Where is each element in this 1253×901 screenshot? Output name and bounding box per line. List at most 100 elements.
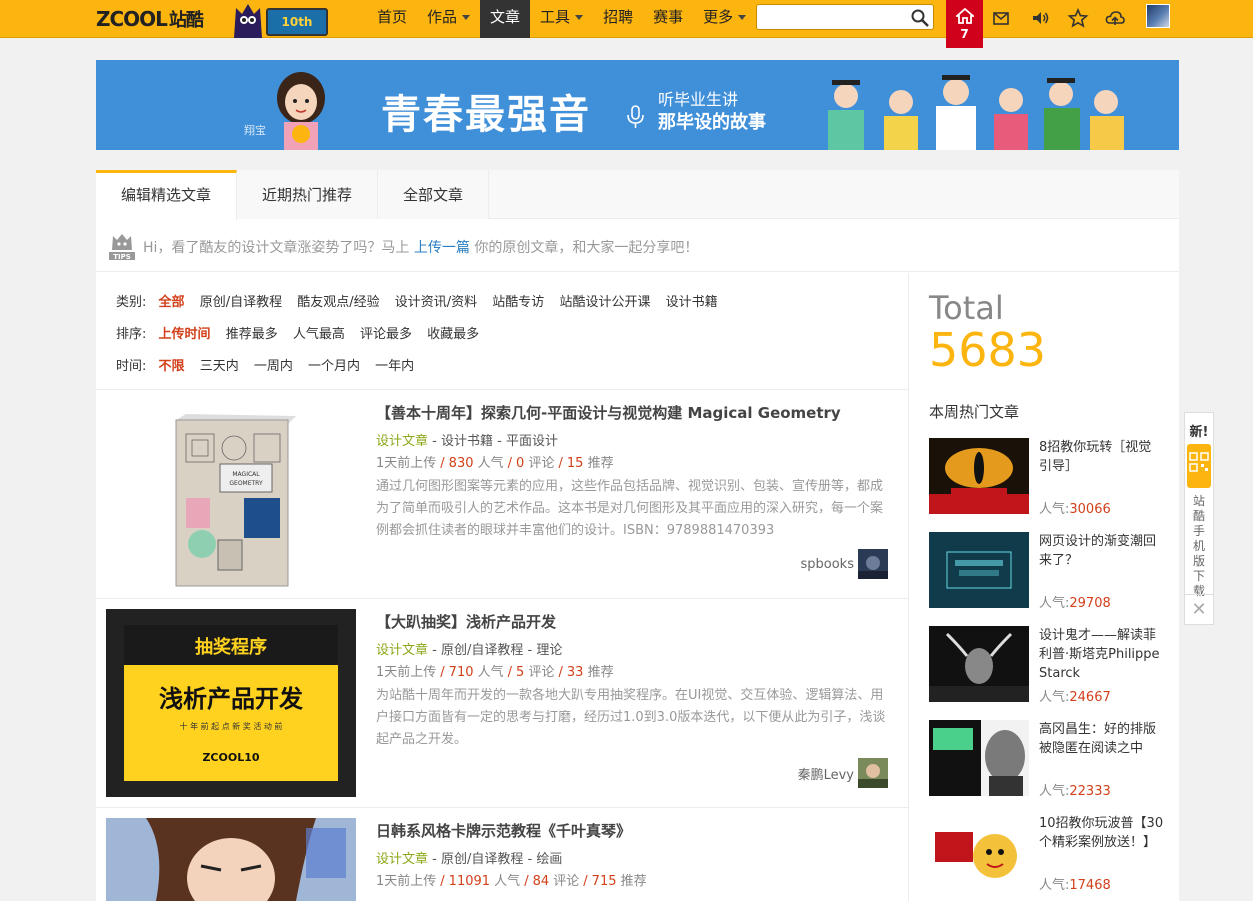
hot-article-item[interactable]: 8招教你玩转［视觉引导］ 人气:30066 — [929, 438, 1169, 517]
upload-cloud-icon[interactable] — [1104, 7, 1126, 29]
category-link[interactable]: 设计书籍 — [441, 434, 493, 449]
stat-label: 人气 — [494, 874, 521, 889]
article-title[interactable]: 【善本十周年】探索几何-平面设计与视觉构建 Magical Geometry — [376, 402, 841, 423]
tab-all-articles[interactable]: 全部文章 — [378, 170, 490, 219]
top-bar: ZCOOL 站酷 10th 首页 作品 文章 工具 招聘 赛事 更多 7 — [0, 0, 1253, 48]
hot-article-item[interactable]: 高冈昌生：好的排版被隐匿在阅读之中 人气:22333 — [929, 720, 1169, 799]
filter-option[interactable]: 推荐最多 — [226, 323, 278, 342]
nav-item-articles[interactable]: 文章 — [480, 0, 531, 38]
close-icon[interactable]: ✕ — [1185, 594, 1213, 624]
hot-article-title[interactable]: 设计鬼才——解读菲利普·斯塔克Philippe Starck — [1039, 626, 1164, 683]
tips-after: 你的原创文章，和大家一起分享吧！ — [474, 240, 699, 256]
pop-value: 17468 — [1069, 878, 1111, 893]
hot-article-thumbnail[interactable] — [929, 720, 1029, 796]
hot-article-thumbnail[interactable] — [929, 814, 1029, 890]
article-thumbnail[interactable] — [106, 818, 356, 901]
cartoon-girl-illustration — [277, 72, 325, 150]
comment-count: 84 — [532, 874, 550, 889]
category-link[interactable]: 理论 — [536, 643, 562, 658]
pop-label: 人气: — [1039, 690, 1070, 705]
hot-article-item[interactable]: 设计鬼才——解读菲利普·斯塔克Philippe Starck 人气:24667 — [929, 626, 1169, 705]
hot-article-thumbnail[interactable] — [929, 438, 1029, 514]
qr-code-icon[interactable] — [1187, 444, 1211, 488]
promo-banner[interactable]: 翔宝 青春最强音 听毕业生讲 那毕设的故事 — [96, 60, 1179, 150]
hot-article-title[interactable]: 网页设计的渐变潮回来了？ — [1039, 532, 1164, 570]
tab-editor-picks[interactable]: 编辑精选文章 — [96, 170, 238, 220]
filter-option[interactable]: 一个月内 — [308, 355, 360, 374]
star-icon[interactable] — [1067, 7, 1089, 29]
category-link[interactable]: 平面设计 — [506, 434, 558, 449]
hot-article-thumbnail[interactable] — [929, 626, 1029, 702]
filter-option[interactable]: 不限 — [159, 355, 185, 374]
category-link[interactable]: 设计文章 — [376, 434, 428, 449]
hot-article-popularity: 人气:29708 — [1039, 592, 1111, 611]
category-link[interactable]: 原创/自译教程 — [441, 852, 523, 867]
mobile-app-download-widget[interactable]: 新! 站酷手机版下载 ✕ — [1184, 412, 1214, 625]
filter-label: 类别: — [116, 295, 147, 310]
category-link[interactable]: 设计文章 — [376, 852, 428, 867]
recommend-count: 15 — [566, 456, 584, 471]
article-title[interactable]: 【大趴抽奖】浅析产品开发 — [376, 611, 556, 632]
nav-item-tools[interactable]: 工具 — [530, 0, 593, 38]
filter-option[interactable]: 设计书籍 — [666, 291, 718, 310]
article-title[interactable]: 日韩系风格卡牌示范教程《千叶真琴》 — [376, 820, 631, 841]
main-nav: 首页 作品 文章 工具 招聘 赛事 更多 — [367, 0, 756, 38]
author-name[interactable]: spbooks — [801, 557, 855, 572]
thumb-line-2: 浅析产品开发 — [159, 685, 303, 713]
article-author[interactable]: 秦鹏Levy — [798, 758, 888, 788]
nav-item-works[interactable]: 作品 — [417, 0, 480, 38]
chevron-down-icon — [575, 15, 584, 20]
hot-article-title[interactable]: 8招教你玩转［视觉引导］ — [1039, 438, 1164, 476]
tips-bar: TIPS Hi，看了酷友的设计文章涨姿势了吗？马上 上传一篇 你的原创文章，和大… — [96, 220, 1179, 272]
tenth-anniversary-badge[interactable]: 10th — [266, 8, 328, 36]
filter-option[interactable]: 设计资讯/资料 — [395, 291, 477, 310]
speaker-icon[interactable] — [1029, 7, 1051, 29]
search-icon[interactable] — [910, 8, 930, 28]
home-notification-button[interactable]: 7 — [946, 0, 983, 48]
stat-label: 推荐 — [587, 456, 614, 471]
filter-label: 排序: — [116, 327, 147, 342]
filter-option[interactable]: 三天内 — [200, 355, 239, 374]
upload-time: 1天前上传 — [376, 665, 437, 680]
filter-option[interactable]: 评论最多 — [360, 323, 412, 342]
category-link[interactable]: 绘画 — [536, 852, 562, 867]
filter-option[interactable]: 上传时间 — [159, 323, 211, 342]
hot-article-popularity: 人气:22333 — [1039, 780, 1111, 799]
author-avatar[interactable] — [858, 549, 888, 579]
hot-article-item[interactable]: 网页设计的渐变潮回来了？ 人气:29708 — [929, 532, 1169, 611]
hot-article-thumbnail[interactable] — [929, 532, 1029, 608]
filter-option[interactable]: 全部 — [159, 291, 185, 310]
filter-option[interactable]: 一年内 — [375, 355, 414, 374]
mail-icon[interactable] — [990, 7, 1012, 29]
pop-value: 24667 — [1069, 690, 1111, 705]
hot-article-item[interactable]: 10招教你玩波普【30个精彩案例放送！】 人气:17468 — [929, 814, 1169, 893]
thumb-line-1: 抽奖程序 — [195, 636, 267, 658]
category-link[interactable]: 设计文章 — [376, 643, 428, 658]
author-name[interactable]: 秦鹏Levy — [798, 764, 854, 783]
article-thumbnail[interactable]: 抽奖程序 浅析产品开发 十 年 前 起 点 新 奖 活 动 前 ZCOOL10 — [106, 609, 356, 797]
article-author[interactable]: spbooks — [801, 549, 888, 579]
nav-item-contests[interactable]: 赛事 — [643, 0, 693, 38]
filter-option[interactable]: 一周内 — [254, 355, 293, 374]
nav-item-home[interactable]: 首页 — [367, 0, 417, 38]
hot-article-title[interactable]: 高冈昌生：好的排版被隐匿在阅读之中 — [1039, 720, 1164, 758]
logo-text: ZCOOL — [96, 7, 168, 31]
filter-option[interactable]: 收藏最多 — [427, 323, 479, 342]
upload-article-link[interactable]: 上传一篇 — [414, 240, 470, 256]
banner-subtitle-2: 那毕设的故事 — [658, 112, 766, 133]
filter-option[interactable]: 人气最高 — [293, 323, 345, 342]
nav-item-more[interactable]: 更多 — [693, 0, 756, 38]
nav-item-jobs[interactable]: 招聘 — [593, 0, 643, 38]
filter-option[interactable]: 原创/自译教程 — [200, 291, 282, 310]
search-input[interactable] — [757, 5, 907, 29]
filter-option[interactable]: 站酷设计公开课 — [559, 291, 650, 310]
user-avatar[interactable] — [1146, 4, 1170, 28]
logo[interactable]: ZCOOL 站酷 — [96, 6, 204, 32]
filter-option[interactable]: 酷友观点/经验 — [297, 291, 379, 310]
article-thumbnail[interactable]: MAGICAL GEOMETRY — [106, 400, 356, 588]
category-link[interactable]: 原创/自译教程 — [441, 643, 523, 658]
author-avatar[interactable] — [858, 758, 888, 788]
hot-article-title[interactable]: 10招教你玩波普【30个精彩案例放送！】 — [1039, 814, 1164, 852]
filter-option[interactable]: 站酷专访 — [492, 291, 544, 310]
tab-hot-recent[interactable]: 近期热门推荐 — [237, 170, 379, 219]
